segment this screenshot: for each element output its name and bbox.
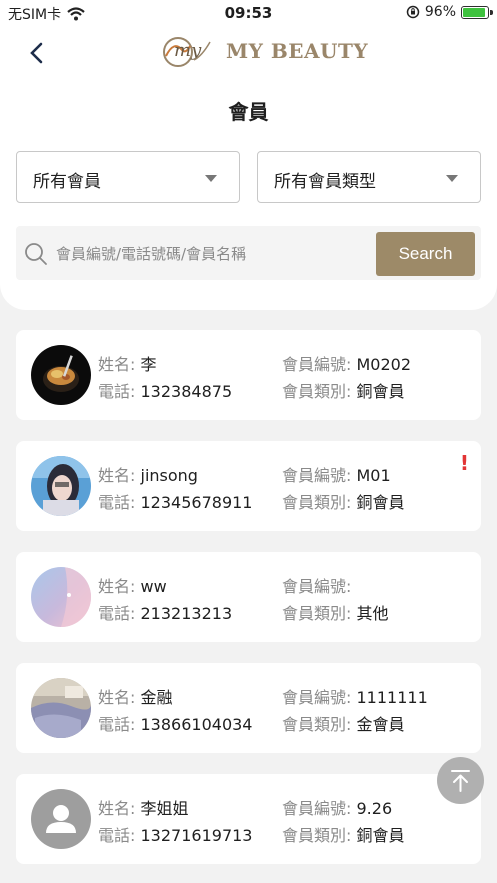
avatar [31,456,91,516]
brand-mark-icon: my [163,37,211,67]
caret-down-icon [205,175,217,182]
search-icon [25,243,47,265]
member-type-field: 會員類別: 銅會員 [282,493,405,512]
phone-field: 電話: 213213213 [98,604,233,623]
phone-field: 電話: 13271619713 [98,826,253,845]
back-button[interactable] [26,40,50,66]
member-type-field: 會員類別: 金會員 [282,715,405,734]
member-type-field: 會員類別: 銅會員 [282,826,405,845]
member-no-field: 會員編號: M0202 [282,355,412,374]
brand-logo: my MY BEAUTY [160,30,368,72]
status-bar: 无SIM卡 09:53 96% [0,0,497,26]
search-input[interactable] [54,238,378,270]
caret-down-icon [446,175,458,182]
arrow-up-to-top-icon [451,770,470,792]
avatar [31,678,91,738]
member-card[interactable]: 姓名: 金融 電話: 13866104034 會員編號: 1111111 會員類… [16,663,481,753]
phone-field: 電話: 132384875 [98,382,233,401]
avatar [31,345,91,405]
member-type-value: 所有會員類型 [274,172,376,192]
search-button[interactable]: Search [376,232,475,276]
phone-field: 電話: 12345678911 [98,493,253,512]
back-to-top-button[interactable] [437,757,484,804]
user-icon [31,789,91,849]
chevron-left-icon [30,42,43,64]
member-card[interactable]: 姓名: 李姐姐 電話: 13271619713 會員編號: 9.26 會員類別:… [16,774,481,864]
member-no-field: 會員編號: 1111111 [282,688,428,707]
member-no-field: 會員編號: 9.26 [282,799,393,818]
status-right: 96% [406,4,493,20]
search-bar: Search [16,226,481,280]
orientation-lock-icon [406,5,420,19]
battery-percent: 96% [424,4,456,20]
member-filter-select[interactable]: 所有會員 [16,151,240,203]
member-type-select[interactable]: 所有會員類型 [257,151,481,203]
member-type-field: 會員類別: 銅會員 [282,382,405,401]
member-no-field: 會員編號: [282,577,352,596]
member-card[interactable]: 姓名: jinsong 電話: 12345678911 會員編號: M01 會員… [16,441,481,531]
phone-field: 電話: 13866104034 [98,715,253,734]
avatar [31,567,91,627]
avatar [31,789,91,849]
alert-indicator: ! [459,451,469,475]
brand-name: MY BEAUTY [226,39,369,63]
name-field: 姓名: 李姐姐 [98,799,189,818]
battery-icon [461,5,493,19]
member-card[interactable]: 姓名: 李 電話: 132384875 會員編號: M0202 會員類別: 銅會… [16,330,481,420]
member-no-field: 會員編號: M01 [282,466,391,485]
name-field: 姓名: 李 [98,355,157,374]
member-filter-value: 所有會員 [33,172,101,192]
name-field: 姓名: 金融 [98,688,173,707]
page-title: 會員 [228,100,269,124]
name-field: 姓名: jinsong [98,466,198,485]
member-type-field: 會員類別: 其他 [282,604,389,623]
name-field: 姓名: ww [98,577,167,596]
member-card[interactable]: 姓名: ww 電話: 213213213 會員編號: 會員類別: 其他 [16,552,481,642]
